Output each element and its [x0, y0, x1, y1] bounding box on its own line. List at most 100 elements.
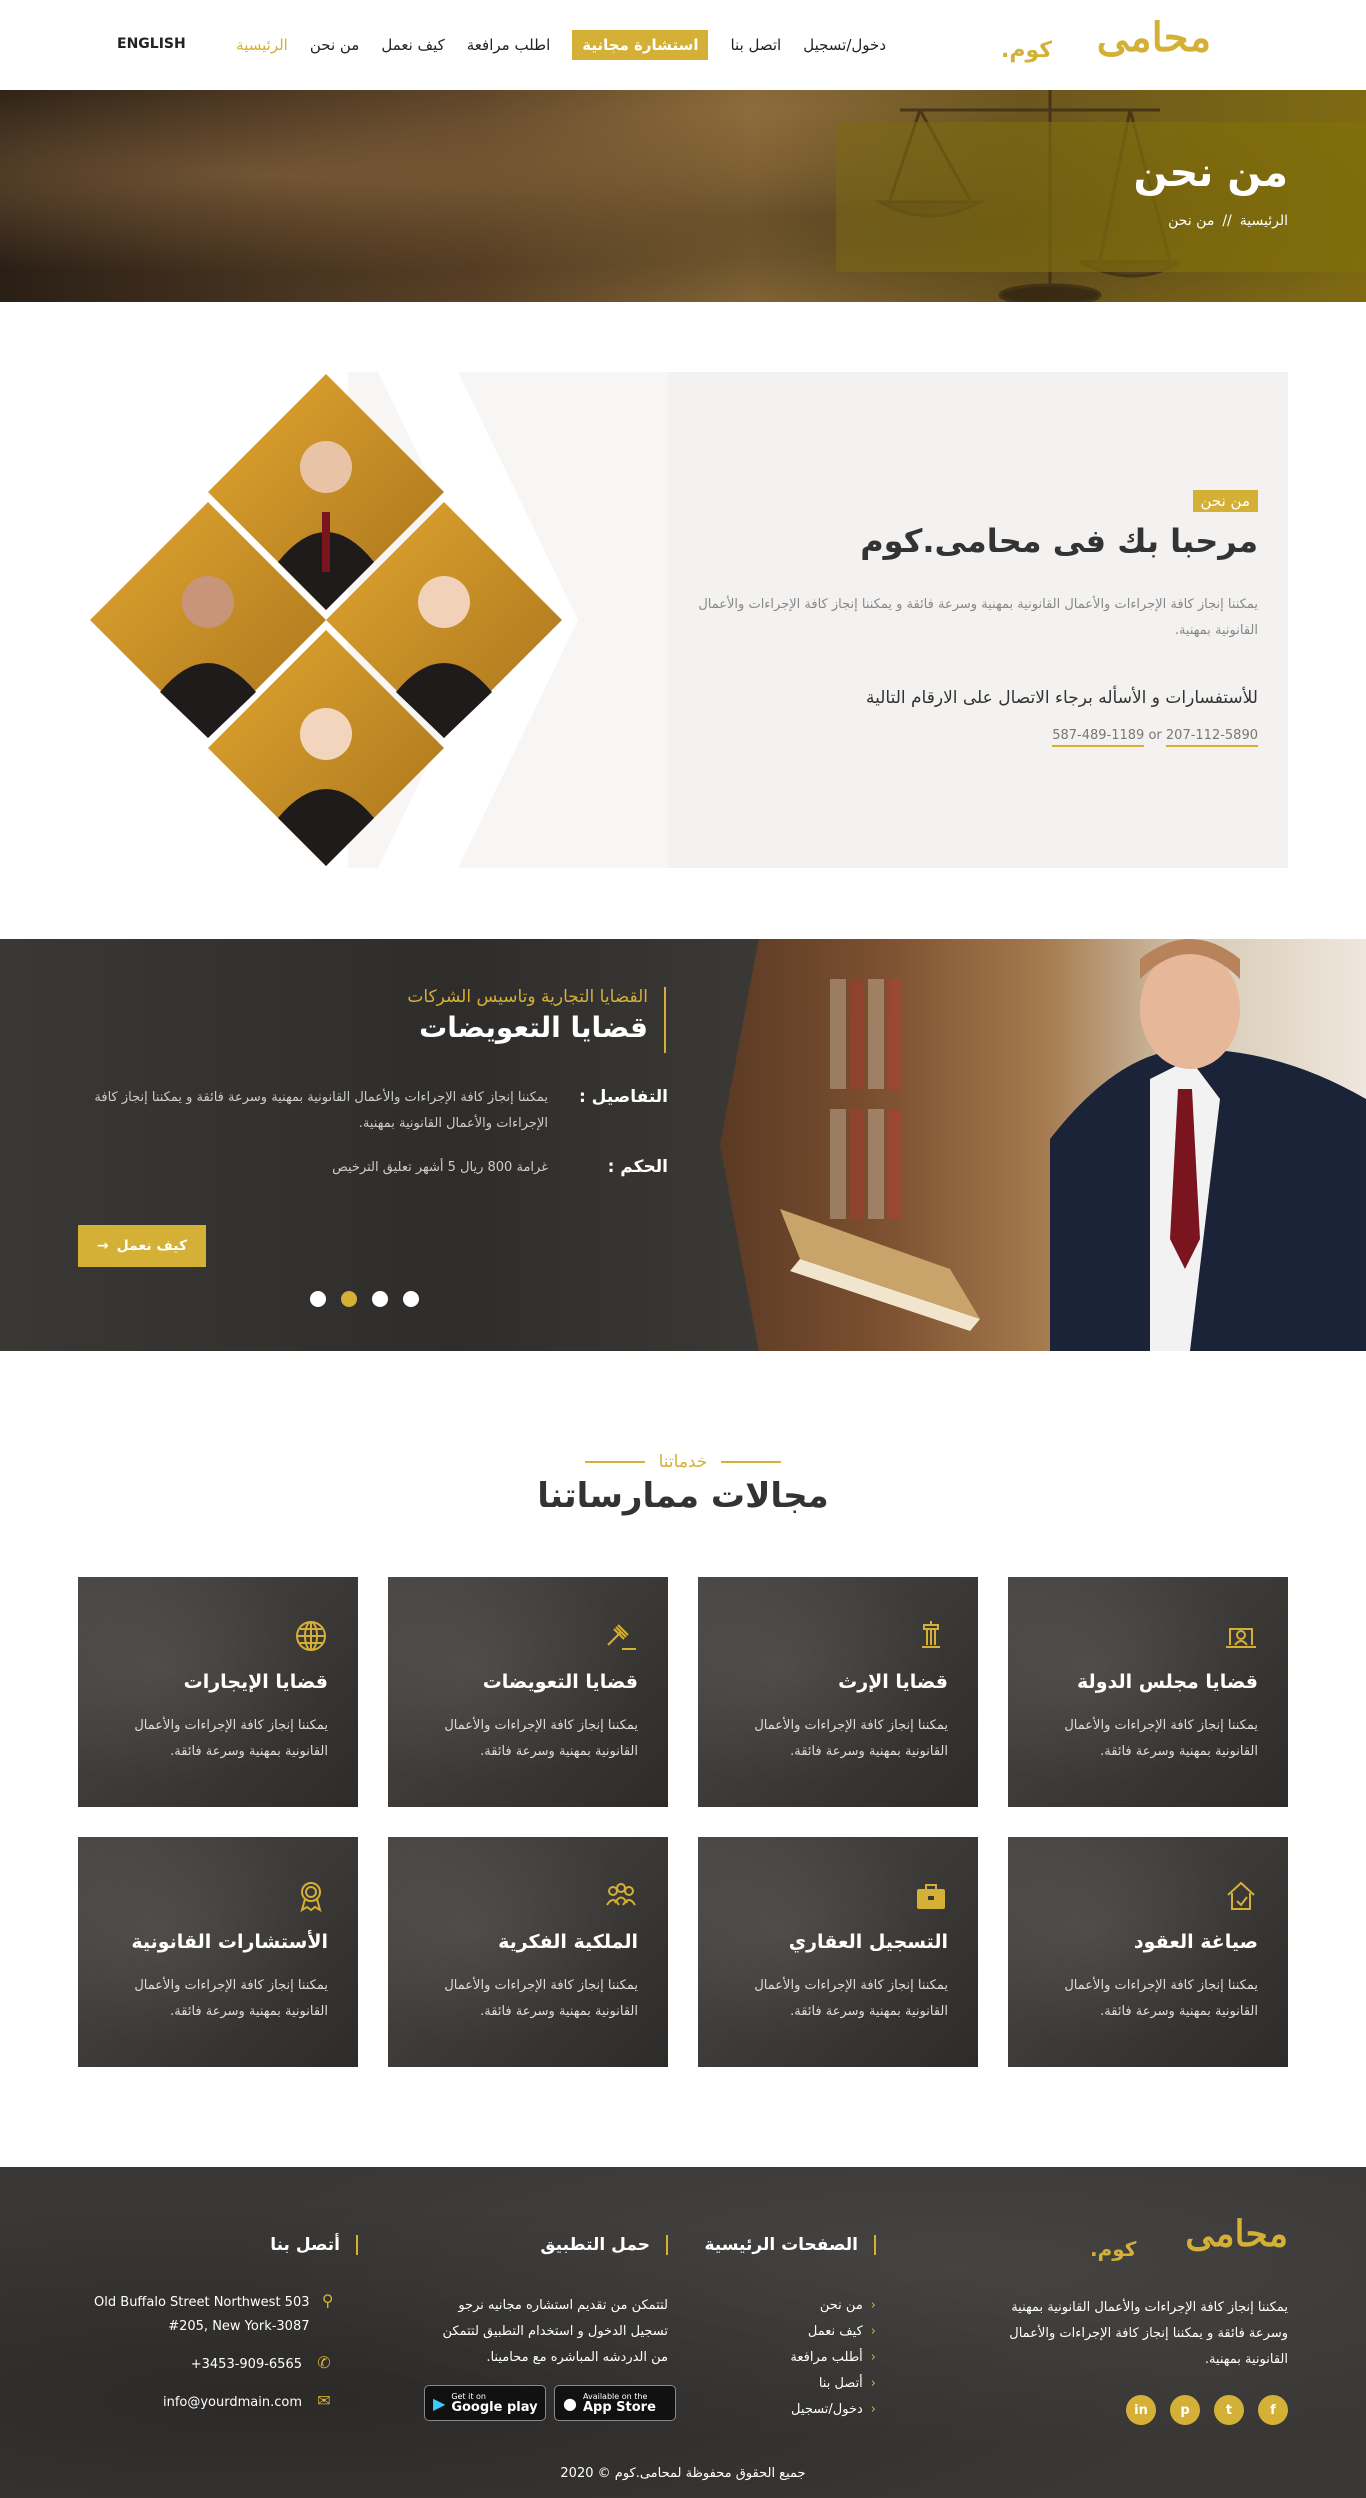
- contact-address: Old Buffalo Street Northwest 503 #205, N…: [94, 2295, 310, 2334]
- eyebrow-line-right: [721, 1461, 782, 1463]
- contact-title: أتصل بنا: [270, 2235, 358, 2255]
- card-text: يمكننا إنجاز كافة الإجراءات والأعمال الق…: [1064, 1978, 1258, 2019]
- nav-home[interactable]: الرئيسية: [236, 36, 288, 54]
- page-title: من نحن: [1133, 150, 1288, 196]
- card-title: الملكية الفكرية: [498, 1931, 638, 1953]
- twitter-icon[interactable]: t: [1214, 2395, 1244, 2425]
- footer-link[interactable]: ‹ كيف نعمل: [716, 2319, 876, 2345]
- nav-about[interactable]: من نحن: [310, 36, 360, 54]
- pages-title: الصفحات الرئيسية: [705, 2235, 876, 2255]
- card-text: يمكننا إنجاز كافة الإجراءات والأعمال الق…: [444, 1718, 638, 1759]
- phone-link-2[interactable]: 587-489-1189: [1052, 728, 1145, 747]
- practice-card[interactable]: قضايا التعويضات يمكننا إنجاز كافة الإجرا…: [388, 1577, 668, 1807]
- footer-link-label: أطلب مرافعة: [790, 2350, 863, 2365]
- practice-card[interactable]: الأستشارات القانونية يمكننا إنجاز كافة ا…: [78, 1837, 358, 2067]
- nav-free-consultation-button[interactable]: استشارة مجانية: [572, 30, 709, 60]
- card-title: التسجيل العقاري: [788, 1931, 948, 1953]
- envelope-icon: ✉: [317, 2391, 331, 2410]
- laptop-lawyer-icon: [1226, 1628, 1256, 1648]
- card-title: قضايا مجلس الدولة: [1077, 1671, 1258, 1693]
- contact-info: ⚲ Old Buffalo Street Northwest 503 #205,…: [84, 2291, 334, 2429]
- about-heading: مرحبا بك فى محامى.كوم: [860, 522, 1258, 560]
- contact-email-row: ✉ info@yourdmain.com: [84, 2391, 334, 2415]
- how-we-work-button[interactable]: كيف نعمل →: [78, 1225, 206, 1267]
- practice-card[interactable]: قضايا الإرث يمكننا إنجاز كافة الإجراءات …: [698, 1577, 978, 1807]
- site-logo[interactable]: محامى .كوم: [1001, 14, 1212, 74]
- google-play-text: Get it on Google play: [451, 2392, 537, 2415]
- practice-card[interactable]: قضايا مجلس الدولة يمكننا إنجاز كافة الإج…: [1008, 1577, 1288, 1807]
- main-menu: الرئيسية من نحن كيف نعمل اطلب مرافعة است…: [236, 28, 886, 62]
- page-hero: من نحن الرئيسية // من نحن: [0, 90, 1366, 302]
- practice-card[interactable]: الملكية الفكرية يمكننا إنجاز كافة الإجرا…: [388, 1837, 668, 2067]
- arrow-right-icon: →: [96, 1238, 109, 1254]
- footer-link[interactable]: ‹ أطلب مرافعة: [716, 2345, 876, 2371]
- footer-link[interactable]: ‹ أتصل بنا: [716, 2371, 876, 2397]
- card-text: يمكننا إنجاز كافة الإجراءات والأعمال الق…: [1064, 1718, 1258, 1759]
- card-text: يمكننا إنجاز كافة الإجراءات والأعمال الق…: [754, 1978, 948, 2019]
- phone-numbers: 587-489-1189 or 207-112-5890: [1052, 728, 1258, 747]
- logo-text: محامى: [1096, 14, 1212, 61]
- contact-email[interactable]: info@yourdmain.com: [163, 2391, 302, 2415]
- pinterest-icon[interactable]: p: [1170, 2395, 1200, 2425]
- card-text: يمكننا إنجاز كافة الإجراءات والأعمال الق…: [444, 1978, 638, 2019]
- verdict-label: الحكم :: [607, 1157, 668, 1177]
- card-title: قضايا الإيجارات: [183, 1671, 328, 1693]
- app-store-text: Available on the App Store: [583, 2392, 656, 2415]
- footer-logo-text: محامى: [1185, 2213, 1288, 2255]
- footer-link[interactable]: ‹ دخول/تسجيل: [716, 2397, 876, 2423]
- breadcrumb-home[interactable]: الرئيسية: [1240, 213, 1288, 229]
- nav-login-register[interactable]: دخول/تسجيل: [803, 36, 886, 54]
- lawyer-illustration: [780, 939, 1366, 1351]
- phone-icon: ✆: [317, 2353, 331, 2372]
- slider-dot-4[interactable]: [403, 1291, 419, 1307]
- lawyer-reading-image: [720, 939, 1366, 1351]
- gavel-icon: [607, 1624, 636, 1650]
- chevron-left-icon: ‹: [870, 2350, 876, 2365]
- facebook-icon[interactable]: f: [1258, 2395, 1288, 2425]
- chevron-left-icon: ‹: [870, 2376, 876, 2391]
- about-tag: من نحن: [1192, 490, 1258, 512]
- contact-phone[interactable]: +3453-909-6565: [191, 2353, 302, 2377]
- phone-link-1[interactable]: 207-112-5890: [1165, 728, 1258, 747]
- home-contract-icon: [1227, 1881, 1255, 1910]
- inquiry-text: للأستفسارات و الأسأله برجاء الاتصال على …: [865, 688, 1258, 708]
- practice-card[interactable]: التسجيل العقاري يمكننا إنجاز كافة الإجرا…: [698, 1837, 978, 2067]
- eyebrow-text: خدماتنا: [658, 1452, 708, 1472]
- play-icon: ▶: [433, 2393, 446, 2413]
- slider-dot-1[interactable]: [310, 1291, 326, 1307]
- breadcrumb-separator: //: [1222, 213, 1232, 229]
- footer-link[interactable]: ‹ من نحن: [716, 2293, 876, 2319]
- card-text: يمكننا إنجاز كافة الإجراءات والأعمال الق…: [134, 1718, 328, 1759]
- footer-link-label: دخول/تسجيل: [791, 2402, 863, 2417]
- footer-logo[interactable]: محامى .كوم: [1088, 2213, 1288, 2267]
- app-store-badges: ▶ Get it on Google play ● Available on th…: [424, 2385, 676, 2421]
- apple-big-text: App Store: [582, 2399, 656, 2415]
- footer-description: يمكننا إنجاز كافة الإجراءات والأعمال الق…: [1009, 2300, 1288, 2367]
- slider-dot-3[interactable]: [372, 1291, 388, 1307]
- award-icon: [300, 1882, 322, 1913]
- eyebrow-line-left: [584, 1461, 645, 1463]
- how-we-work-label: كيف نعمل: [116, 1238, 188, 1254]
- nav-how-we-work[interactable]: كيف نعمل: [381, 36, 444, 54]
- language-switch[interactable]: ENGLISH: [117, 36, 186, 52]
- practice-card[interactable]: صياغة العقود يمكننا إنجاز كافة الإجراءات…: [1008, 1837, 1288, 2067]
- apple-icon: ●: [563, 2393, 577, 2413]
- nav-contact[interactable]: اتصل بنا: [730, 36, 781, 54]
- nav-request-pleading[interactable]: اطلب مرافعة: [467, 36, 551, 54]
- top-navigation: محامى .كوم الرئيسية من نحن كيف نعمل اطلب…: [0, 0, 1366, 90]
- footer-link-label: أتصل بنا: [818, 2376, 863, 2391]
- social-links: f t p in: [1126, 2395, 1288, 2425]
- app-store-badge[interactable]: ● Available on the App Store: [554, 2385, 676, 2421]
- verdict-value: غرامة 800 ريال 5 أشهر تعليق الترخيص: [332, 1160, 548, 1175]
- linkedin-icon[interactable]: in: [1126, 2395, 1156, 2425]
- google-play-badge[interactable]: ▶ Get it on Google play: [424, 2385, 546, 2421]
- pillar-icon: [922, 1621, 940, 1648]
- footer-link-label: كيف نعمل: [807, 2324, 863, 2339]
- details-value: يمكننا إنجاز كافة الإجراءات والأعمال الق…: [94, 1090, 548, 1131]
- card-title: صياغة العقود: [1133, 1931, 1258, 1953]
- slider-dot-2[interactable]: [341, 1291, 357, 1307]
- practice-card[interactable]: قضايا الإيجارات يمكننا إنجاز كافة الإجرا…: [78, 1577, 358, 1807]
- card-title: قضايا الإرث: [838, 1671, 948, 1693]
- contact-phone-row: ✆ +3453-909-6565: [84, 2353, 334, 2377]
- card-title: قضايا التعويضات: [482, 1671, 638, 1693]
